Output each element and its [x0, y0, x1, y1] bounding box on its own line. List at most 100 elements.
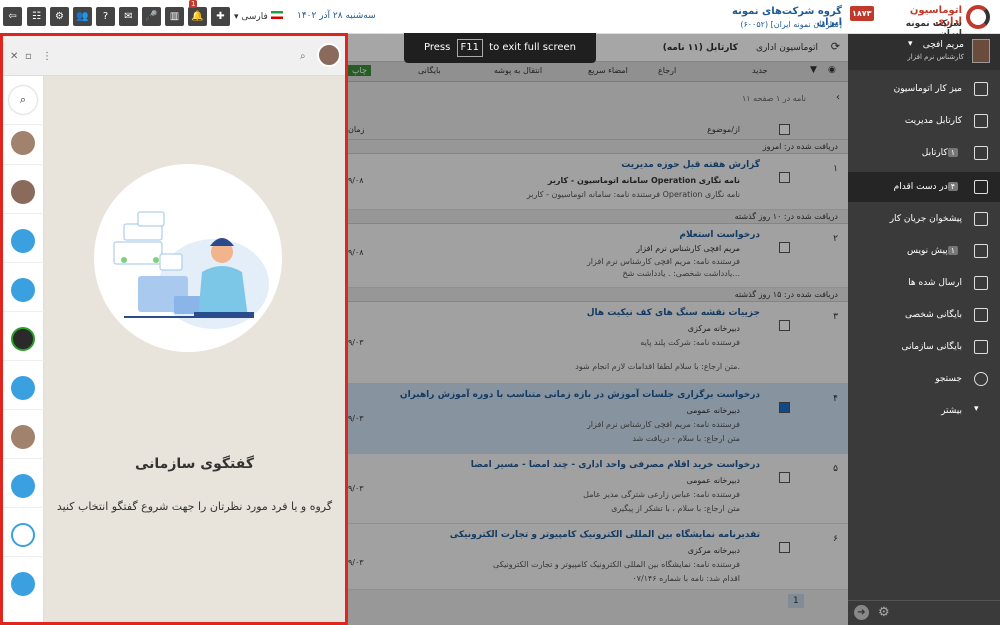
- filter-icon[interactable]: ▼: [810, 65, 817, 75]
- avatar-man[interactable]: [11, 131, 35, 155]
- inbox-icon: [974, 146, 988, 160]
- language-dropdown[interactable]: ▾ فارسی: [234, 11, 283, 22]
- section-header[interactable]: دریافت شده در: امروز: [348, 140, 848, 154]
- row-checkbox[interactable]: [779, 402, 790, 413]
- chart-icon[interactable]: ▥: [165, 7, 184, 26]
- letter-row[interactable]: ۱ گزارش هفته قبل حوزه مدیریت سامانه اتوم…: [348, 154, 848, 210]
- fullscreen-toast: Press F11 to exit full screen: [404, 33, 596, 63]
- group-icon[interactable]: [11, 572, 35, 596]
- top-bar: ⇦ ☷ ⚙ 👥 ? ✉ 🎤 ▥ 🔔 1 ✚ ▾ فارسی سه‌شنبه ۲۸…: [0, 0, 1000, 39]
- header-date[interactable]: زمان: [348, 125, 364, 134]
- puzzle-icon[interactable]: ✚: [211, 7, 230, 26]
- send-icon: [974, 276, 988, 290]
- archive-button[interactable]: بایگانی: [418, 66, 441, 75]
- letter-row[interactable]: ۵ درخواست خرید اقلام مصرفی واحد اداری - …: [348, 454, 848, 524]
- chevron-down-icon[interactable]: ▾: [908, 39, 913, 49]
- letter-row[interactable]: ۳ جزییات نقشه سنگ های کف نیکیت هال دبیرخ…: [348, 302, 848, 384]
- sidebar-item-in-progress[interactable]: در دست اقدام ۴: [848, 172, 1000, 202]
- edit-icon: [974, 244, 988, 258]
- avatar-woman[interactable]: [11, 327, 35, 351]
- bot-icon[interactable]: [11, 523, 35, 547]
- menu-icon[interactable]: ⋮: [42, 51, 52, 62]
- notification-badge: 1: [189, 0, 198, 8]
- avatar[interactable]: [317, 43, 341, 67]
- pagination-bar: ۱۱ نامه در ۱ صفحه ‹: [348, 90, 848, 110]
- section-header[interactable]: دریافت شده در: ۱۵ روز گذشته: [348, 288, 848, 302]
- sidebar-item-inbox[interactable]: کارتابل ۱: [848, 138, 1000, 168]
- row-checkbox[interactable]: [779, 172, 790, 183]
- avatar: [972, 39, 990, 63]
- search-button[interactable]: ⌕: [9, 86, 37, 114]
- pagination-text: ۱۱ نامه در ۱ صفحه: [741, 94, 806, 103]
- home-icon: [974, 82, 988, 96]
- search-icon[interactable]: ⌕: [300, 51, 306, 62]
- avatar-man[interactable]: [11, 180, 35, 204]
- sidebar-item-org-archive[interactable]: بایگانی سازمانی: [848, 332, 1000, 362]
- close-icon[interactable]: ✕: [10, 51, 18, 62]
- print-button[interactable]: چاپ: [348, 65, 371, 76]
- group-icon[interactable]: [11, 229, 35, 253]
- users-icon[interactable]: 👥: [73, 7, 92, 26]
- help-icon[interactable]: ?: [96, 7, 115, 26]
- f11-key: F11: [456, 39, 483, 57]
- breadcrumb-root[interactable]: اتوماسیون اداری: [756, 43, 818, 53]
- eye-icon[interactable]: ◉: [828, 65, 836, 75]
- new-button[interactable]: جدید: [752, 66, 768, 75]
- brand-logo-icon: [966, 5, 990, 29]
- org-subtitle: [سازمان نمونه ایران] (۶۰۰۵۲): [740, 20, 842, 29]
- current-page[interactable]: 1: [788, 594, 804, 608]
- sidebar-item-dashboard[interactable]: میز کار اتوماسیون: [848, 74, 1000, 104]
- chat-header: ✕ ▫ ⋮ ⌕: [3, 36, 345, 76]
- sidebar-item-more[interactable]: ▾ بیشتر: [848, 396, 1000, 426]
- microphone-icon[interactable]: 🎤: [142, 7, 161, 26]
- row-checkbox[interactable]: [779, 242, 790, 253]
- table-header: از/موضوع زمان: [348, 120, 848, 140]
- sidebar-footer: ➜ ⚙: [848, 600, 1000, 625]
- letter-row[interactable]: ۶ تقدیرنامه نمایشگاه بین المللی الکترونی…: [348, 524, 848, 590]
- group-icon[interactable]: [11, 278, 35, 302]
- next-icon[interactable]: ➜: [854, 605, 869, 620]
- sidebar-item-search[interactable]: جستجو: [848, 364, 1000, 394]
- select-all-checkbox[interactable]: [779, 124, 790, 135]
- row-checkbox[interactable]: [779, 320, 790, 331]
- gear-icon[interactable]: ⚙: [50, 7, 69, 26]
- illustration: [94, 164, 282, 352]
- user-box[interactable]: مریم افچی کارشناس نرم افزار ▾: [848, 34, 1000, 70]
- chat-icon[interactable]: ✉: [119, 7, 138, 26]
- inbox-icon: [974, 114, 988, 128]
- row-checkbox[interactable]: [779, 542, 790, 553]
- gear-icon[interactable]: ⚙: [878, 605, 890, 620]
- sidebar-item-workflow[interactable]: پیشخوان جریان کار: [848, 204, 1000, 234]
- refer-button[interactable]: ارجاع: [658, 66, 676, 75]
- avatar-man[interactable]: [11, 425, 35, 449]
- row-checkbox[interactable]: [779, 472, 790, 483]
- chat-empty-state: گفتگوی سازمانی گروه و یا فرد مورد نظرتان…: [44, 76, 345, 622]
- user-name: مریم افچی: [922, 40, 964, 50]
- group-icon[interactable]: [11, 474, 35, 498]
- sidebar-item-personal-archive[interactable]: بایگانی شخصی: [848, 300, 1000, 330]
- exit-icon[interactable]: ⇦: [3, 7, 22, 26]
- workflow-icon: [974, 212, 988, 226]
- prev-page-icon[interactable]: ‹: [836, 92, 840, 103]
- sidebar-item-drafts[interactable]: پیش نویس ۱: [848, 236, 1000, 266]
- folder-icon: [974, 180, 988, 194]
- refresh-icon[interactable]: ⟳: [831, 40, 840, 53]
- minimize-icon[interactable]: ▫: [25, 51, 32, 62]
- move-to-folder-button[interactable]: انتقال به پوشه: [494, 66, 542, 75]
- group-icon[interactable]: [11, 376, 35, 400]
- sidebar-item-manager-inbox[interactable]: کارتابل مدیریت: [848, 106, 1000, 136]
- org-chart-icon[interactable]: ☷: [27, 7, 46, 26]
- archive-icon: [974, 340, 988, 354]
- archive-icon: [974, 308, 988, 322]
- quick-sign-button[interactable]: امضاء سریع: [588, 66, 628, 75]
- empty-title: گفتگوی سازمانی: [135, 456, 254, 472]
- header-subject[interactable]: از/موضوع: [707, 125, 740, 134]
- letter-row[interactable]: ۲ درخواست استعلام مریم افچی کارشناس نرم …: [348, 224, 848, 288]
- sidebar-item-sent[interactable]: ارسال شده ها: [848, 268, 1000, 298]
- pager: 1: [748, 594, 838, 612]
- bell-icon[interactable]: 🔔: [188, 7, 207, 26]
- letter-row[interactable]: ۴ درخواست برگزاری جلسات آموزش در بازه زم…: [348, 384, 848, 454]
- toolbar: چاپ بایگانی انتقال به پوشه امضاء سریع ار…: [348, 62, 848, 82]
- letter-list-area: اتوماسیون اداری کارتابل (۱۱ نامه) ⟳ چاپ …: [348, 34, 848, 625]
- section-header[interactable]: دریافت شده در: ۱۰ روز گذشته: [348, 210, 848, 224]
